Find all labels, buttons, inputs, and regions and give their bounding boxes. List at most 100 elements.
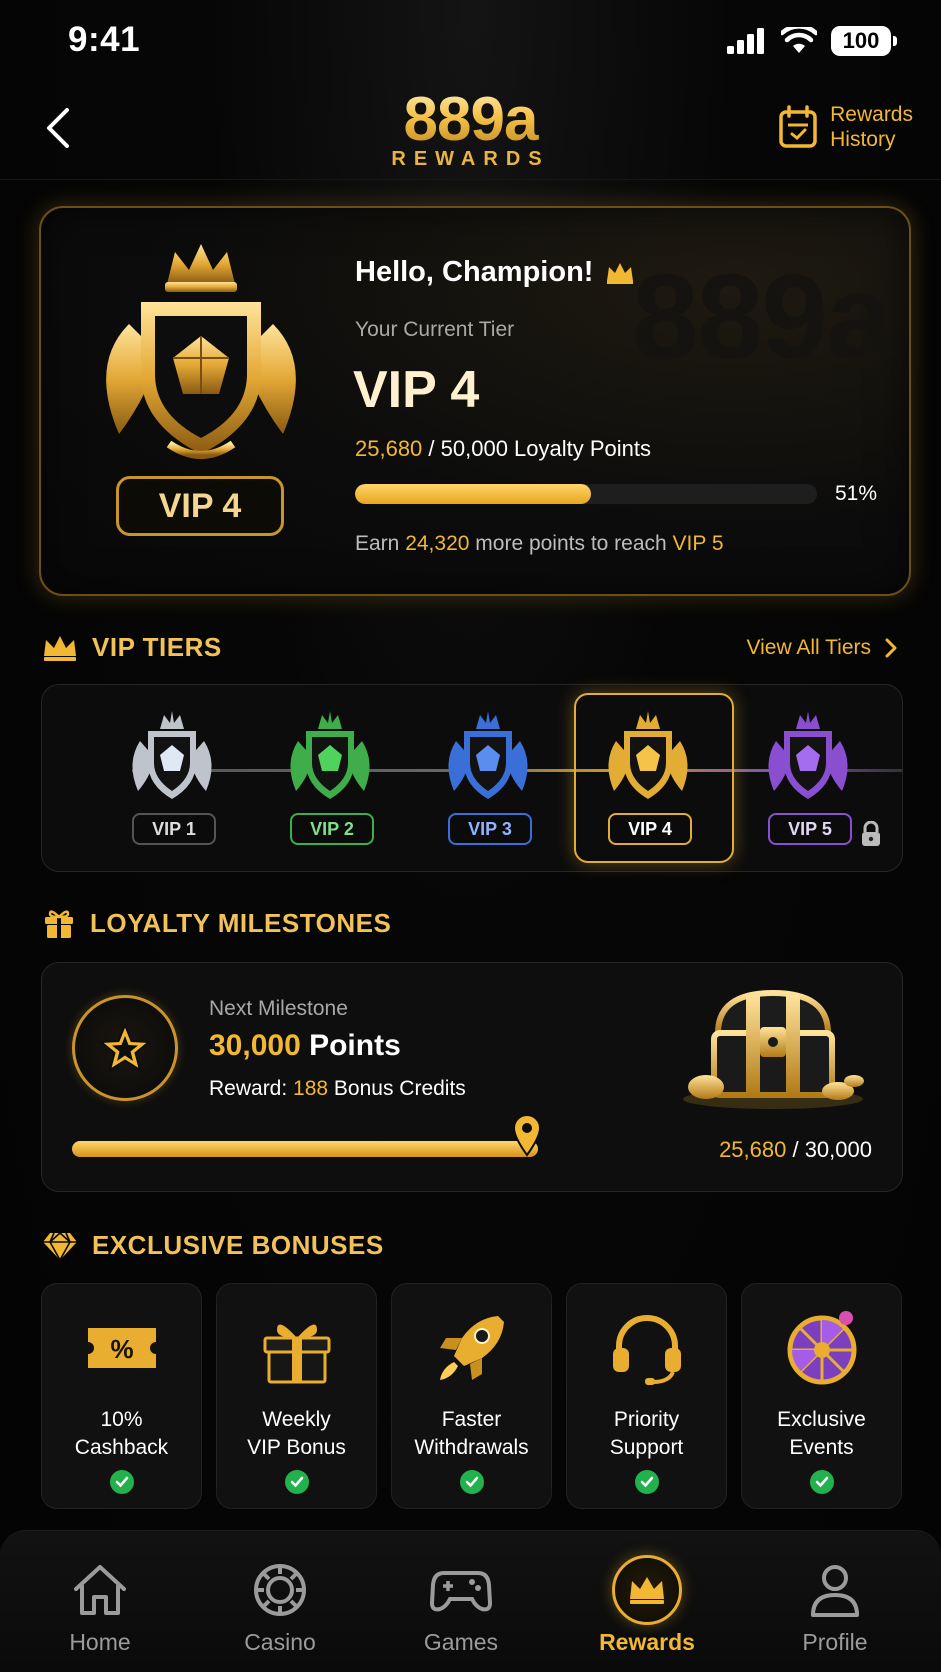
nav-rewards[interactable]: Rewards [572,1555,722,1665]
star-icon [98,1022,152,1073]
gamepad-icon [430,1571,492,1612]
bonus-card-withdrawals[interactable]: Faster Withdrawals [391,1283,552,1509]
nav-games[interactable]: Games [386,1555,536,1665]
view-all-tiers-link[interactable]: View All Tiers [747,636,898,660]
rocket-icon [440,1316,504,1380]
next-milestone-card[interactable]: Next Milestone 30,000 Points Reward: 188… [41,962,903,1192]
earn-mid: more points to reach [469,532,673,555]
nav-profile[interactable]: Profile [760,1555,910,1665]
brand-watermark: 889a [632,250,893,384]
vip-tiers-track: VIP 1 VIP 2 VIP 3 VIP 4 VIP 5 [41,684,903,872]
chevron-right-icon [885,638,897,658]
battery-indicator: 100 [831,26,897,56]
crown-icon [44,635,76,661]
current-tier-card: 889a VIP 4 Hello, Champion! Your Current… [39,206,911,596]
lock-icon [862,821,880,846]
headset-icon [613,1315,681,1385]
diamond-icon [43,1231,77,1261]
bonus-line1: Priority [613,1408,680,1431]
nav-label: Profile [802,1629,868,1655]
history-label-line1: Rewards [830,103,913,126]
nav-label: Games [423,1629,499,1655]
bonus-line2: VIP Bonus [247,1436,346,1459]
bonus-line1: Faster [441,1408,502,1431]
bonus-line2: Cashback [74,1436,169,1459]
tier-caption: Your Current Tier [355,318,515,341]
nav-home[interactable]: Home [25,1555,175,1665]
checkmark-icon [285,1470,309,1494]
crown-icon [607,262,634,284]
tier-progress-fill [355,484,591,504]
bonus-line1: Exclusive [777,1408,866,1431]
history-label-line2: History [830,128,896,151]
bonuses-grid: % 10% Cashback Weekly VIP Bonus Faster W… [41,1283,903,1509]
greeting-text: Hello, Champion! [355,256,594,288]
vip-tier-item[interactable]: VIP 1 [92,685,252,873]
tier-label: VIP 3 [448,813,532,845]
calendar-icon [779,105,817,148]
status-icons: 100 [727,26,897,56]
bonuses-title: EXCLUSIVE BONUSES [92,1230,384,1260]
person-icon [811,1565,859,1617]
milestone-points-unit: Points [300,1029,401,1062]
tier-badge-icon [608,711,688,799]
rewards-history-button[interactable]: Rewards History [778,102,913,152]
bottom-nav: Home Casino Games Rewards Profile [0,1530,941,1672]
tier-badge-icon [132,711,212,799]
reward-suffix: Bonus Credits [328,1077,466,1100]
reward-prefix: Reward: [209,1077,294,1100]
bonus-card-cashback[interactable]: % 10% Cashback [41,1283,202,1509]
crown-icon [630,1577,664,1604]
vip-tiers-title: VIP TIERS [92,632,222,662]
milestone-progress-bar [72,1141,538,1157]
bonus-card-weekly[interactable]: Weekly VIP Bonus [216,1283,377,1509]
wifi-icon [781,27,817,53]
bonus-line2: Withdrawals [414,1436,529,1459]
tier-label: VIP 2 [290,813,374,845]
earn-prefix: Earn [355,532,406,555]
status-bar: 9:41 100 [0,0,941,84]
vip-tier-item[interactable]: VIP 4 [568,685,734,873]
bonus-line2: Events [789,1436,854,1459]
checkmark-icon [810,1470,834,1494]
milestones-header: LOYALTY MILESTONES [42,906,391,940]
tier-badge-icon [448,711,528,799]
svg-text:%: % [110,1334,133,1364]
checkmark-icon [460,1470,484,1494]
tier-badge-label: VIP 4 [116,476,284,536]
nav-casino[interactable]: Casino [205,1555,355,1665]
milestones-title: LOYALTY MILESTONES [90,907,392,938]
location-pin-icon [512,1114,542,1157]
loyalty-points: 25,680 / 50,000 Loyalty Points [355,436,651,462]
tier-label: VIP 4 [608,813,692,845]
status-time: 9:41 [68,20,141,59]
vip-tier-item[interactable]: VIP 3 [408,685,568,873]
bonus-card-events[interactable]: Exclusive Events [741,1283,902,1509]
milestone-caption: Next Milestone [209,997,348,1020]
tier-badge-icon [290,711,370,799]
tier-label: VIP 1 [132,813,216,845]
nav-label: Home [69,1629,131,1655]
nav-label: Casino [244,1629,316,1655]
tier-badge-icon [768,711,848,799]
earn-target: VIP 5 [672,532,724,555]
vip-emblem-icon [106,244,296,459]
points-total: / 50,000 Loyalty Points [422,436,651,461]
bonus-line1: 10% [100,1408,143,1431]
tier-label: VIP 5 [768,813,852,845]
view-all-label: View All Tiers [746,636,872,659]
milestone-reward: Reward: 188 Bonus Credits [209,1077,466,1101]
reward-value: 188 [293,1077,329,1100]
points-current: 25,680 [355,436,423,461]
tier-progress-bar [355,484,817,504]
greeting: Hello, Champion! [355,256,635,289]
current-tier: VIP 4 [353,361,480,419]
milestone-points: 30,000 Points [209,1029,401,1063]
vip-tier-item[interactable]: VIP 2 [250,685,410,873]
milestone-star-badge [72,995,178,1101]
bonus-line1: Weekly [262,1408,331,1431]
vip-tiers-header: VIP TIERS [42,632,222,663]
checkmark-icon [110,1470,134,1494]
bonus-card-support[interactable]: Priority Support [566,1283,727,1509]
checkmark-icon [635,1470,659,1494]
